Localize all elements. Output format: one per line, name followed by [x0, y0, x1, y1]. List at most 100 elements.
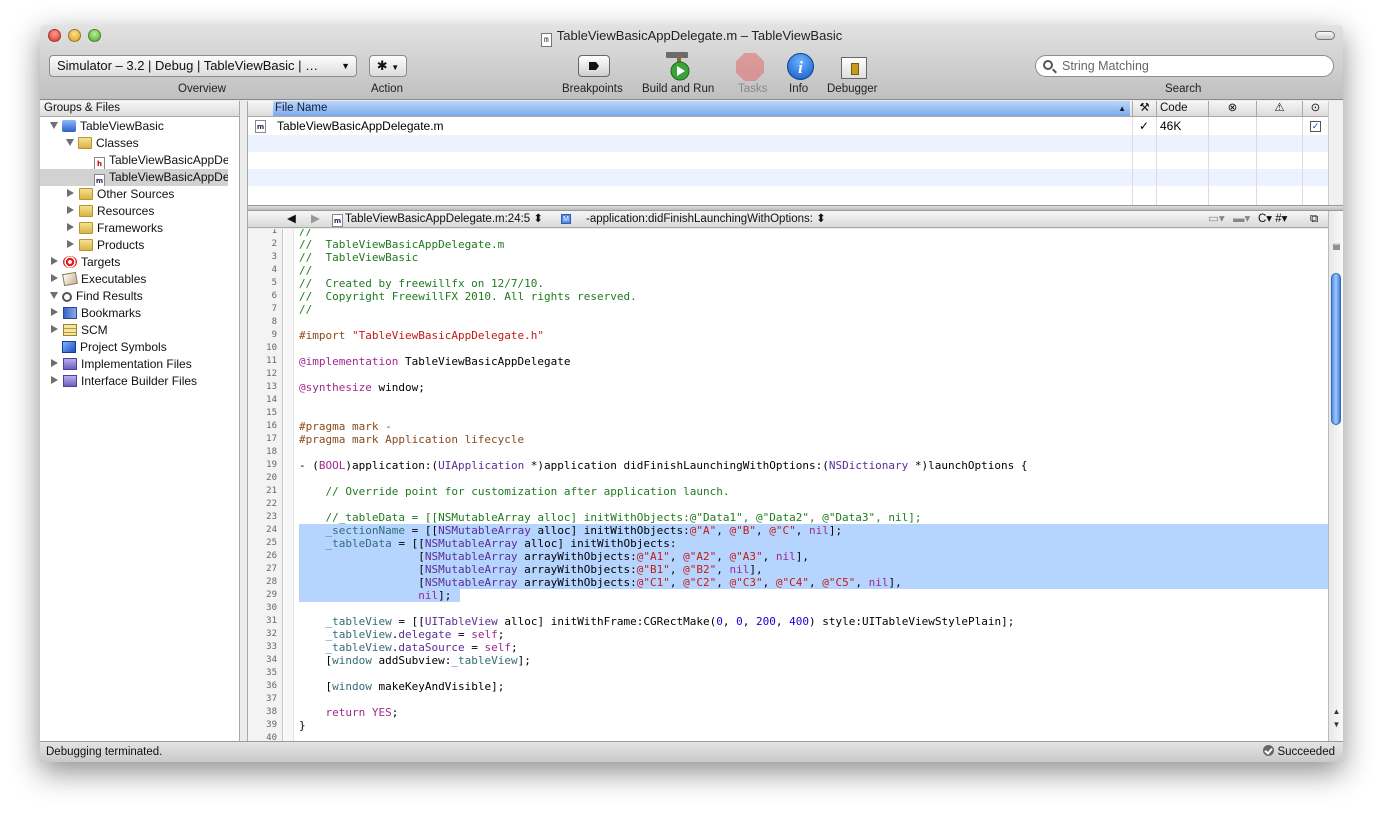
- build-hammer-icon[interactable]: ⚒: [1132, 101, 1156, 116]
- sidebar-item-implementation-files[interactable]: Implementation Files: [50, 356, 238, 373]
- disclosure-open-icon[interactable]: [50, 122, 58, 129]
- file-name-column-header[interactable]: File Name ▲: [273, 101, 1130, 116]
- scroll-thumb[interactable]: [1331, 273, 1341, 425]
- code-line: _tableView.dataSource = self;: [325, 641, 518, 654]
- target-checkbox[interactable]: ✓: [1310, 121, 1321, 132]
- errors-column-icon[interactable]: ⊗: [1208, 101, 1256, 116]
- line-number: 2: [271, 239, 277, 249]
- sidebar-item-header-file[interactable]: h TableViewBasicAppDe: [94, 152, 228, 169]
- disclosure-closed-icon[interactable]: [51, 274, 58, 282]
- overview-label: Overview: [178, 83, 226, 95]
- sidebar-item-classes[interactable]: Classes: [66, 135, 254, 152]
- disclosure-closed-icon[interactable]: [51, 359, 58, 367]
- line-number: 1: [271, 229, 277, 236]
- breakpoints-popup-icon[interactable]: ▬▾: [1233, 211, 1250, 227]
- sidebar-item-find-results[interactable]: Find Results: [50, 288, 238, 305]
- disclosure-closed-icon[interactable]: [67, 223, 74, 231]
- editor-vertical-scrollbar[interactable]: ▤ ▲ ▼: [1328, 211, 1343, 741]
- scroll-split-icon[interactable]: ▤: [1331, 241, 1342, 252]
- disclosure-open-icon[interactable]: [50, 292, 58, 299]
- sidebar-item-project-symbols[interactable]: Project Symbols: [62, 339, 250, 356]
- file-table-scrollbar[interactable]: [1328, 101, 1343, 205]
- sidebar-item-project[interactable]: TableViewBasic: [50, 118, 238, 135]
- disclosure-closed-icon[interactable]: [51, 308, 58, 316]
- back-arrow-icon[interactable]: ◀: [287, 211, 296, 227]
- file-type-column-header[interactable]: [248, 101, 273, 116]
- toolbar: m TableViewBasicAppDelegate.m – TableView…: [40, 25, 1343, 100]
- sidebar-item-implementation-file[interactable]: m TableViewBasicAppDe: [40, 169, 228, 186]
- file-history-popup[interactable]: TableViewBasicAppDelegate.m:24:5 ⬍: [345, 211, 543, 227]
- sidebar-item-interface-builder-files[interactable]: Interface Builder Files: [50, 373, 238, 390]
- sidebar-item-label: Executables: [81, 272, 147, 286]
- code-line: [window addSubview:_tableView];: [299, 654, 531, 667]
- line-number: 31: [266, 616, 277, 626]
- sidebar-item-resources[interactable]: Resources: [66, 203, 254, 220]
- disclosure-closed-icon[interactable]: [51, 325, 58, 333]
- build-and-run-icon[interactable]: [662, 49, 696, 81]
- sidebar-header[interactable]: Groups & Files: [40, 101, 239, 117]
- line-number: 13: [266, 382, 277, 392]
- sidebar-item-scm[interactable]: SCM: [50, 322, 238, 339]
- info-icon[interactable]: i: [787, 53, 814, 80]
- column-divider: [1208, 117, 1209, 205]
- disclosure-closed-icon[interactable]: [67, 240, 74, 248]
- function-popup[interactable]: -application:didFinishLaunchingWithOptio…: [586, 211, 826, 227]
- counterpart-icon[interactable]: ⧉: [1310, 211, 1318, 227]
- code-line: // Copyright FreewillFX 2010. All rights…: [299, 290, 637, 303]
- sidebar-item-other-sources[interactable]: Other Sources: [66, 186, 254, 203]
- debugger-button-label[interactable]: Debugger: [827, 83, 878, 95]
- bookmarks-popup-icon[interactable]: ▭▾: [1208, 211, 1225, 227]
- disclosure-closed-icon[interactable]: [67, 189, 74, 197]
- line-number: 32: [266, 629, 277, 639]
- document-icon: m: [540, 33, 552, 47]
- folder-icon: [79, 188, 93, 200]
- disclosure-closed-icon[interactable]: [51, 257, 58, 265]
- disclosure-closed-icon[interactable]: [51, 376, 58, 384]
- status-message: Debugging terminated.: [46, 746, 163, 758]
- search-field[interactable]: String Matching: [1035, 55, 1334, 77]
- table-row-empty: [248, 135, 1328, 152]
- overview-scheme-popup[interactable]: Simulator – 3.2 | Debug | TableViewBasic…: [49, 55, 357, 77]
- breakpoints-button-label[interactable]: Breakpoints: [562, 83, 623, 95]
- build-and-run-button-label[interactable]: Build and Run: [642, 83, 714, 95]
- toolbar-toggle-button[interactable]: [1315, 31, 1335, 40]
- success-check-icon: [1263, 745, 1275, 756]
- sidebar-item-products[interactable]: Products: [66, 237, 254, 254]
- code-line: }: [299, 719, 306, 732]
- action-popup[interactable]: ✱ ▼: [369, 55, 407, 77]
- line-number: 10: [266, 343, 277, 353]
- code-editor[interactable]: 1 2 3 4 5 6 7 8 9 10 11 12 13 14 15 16 17 18 19 20 21 22 23 24 2…: [248, 229, 1328, 741]
- info-button-label[interactable]: Info: [789, 83, 808, 95]
- line-number: 38: [266, 707, 277, 717]
- tasks-stop-icon: [736, 53, 764, 81]
- popup-arrow-icon: ▼: [391, 63, 400, 72]
- code-column-header[interactable]: Code: [1156, 101, 1208, 116]
- sidebar-item-targets[interactable]: Targets: [50, 254, 238, 271]
- sidebar-item-label: Classes: [96, 136, 139, 150]
- class-and-include-popups[interactable]: C▾ #▾: [1258, 211, 1287, 227]
- warnings-column-icon[interactable]: ⚠: [1256, 101, 1302, 116]
- code-line: [window makeKeyAndVisible];: [299, 680, 505, 693]
- debugger-icon[interactable]: [841, 57, 867, 79]
- sidebar-item-executables[interactable]: Executables: [50, 271, 238, 288]
- disclosure-closed-icon[interactable]: [67, 206, 74, 214]
- column-divider: [1132, 117, 1133, 205]
- xcode-window: m TableViewBasicAppDelegate.m – TableView…: [40, 25, 1343, 762]
- scroll-up-arrow-icon[interactable]: ▲: [1331, 706, 1342, 717]
- code-line: _tableView = [[UITableView alloc] initWi…: [325, 615, 1015, 628]
- forward-arrow-icon[interactable]: ▶: [311, 211, 320, 227]
- disclosure-open-icon[interactable]: [66, 139, 74, 146]
- focus-ribbon[interactable]: [284, 229, 294, 741]
- line-number: 20: [266, 473, 277, 483]
- breakpoints-icon[interactable]: [578, 55, 610, 77]
- line-number: 7: [271, 304, 277, 314]
- target-membership-column-icon[interactable]: ⊙: [1302, 101, 1328, 116]
- m-file-icon: m: [255, 120, 266, 133]
- sidebar-item-label: Products: [97, 238, 145, 252]
- table-row[interactable]: m TableViewBasicAppDelegate.m ✓ 46K ✓: [248, 118, 1328, 135]
- build-status[interactable]: Succeeded: [1263, 742, 1335, 762]
- sidebar-item-bookmarks[interactable]: Bookmarks: [50, 305, 238, 322]
- scroll-down-arrow-icon[interactable]: ▼: [1331, 719, 1342, 730]
- sidebar-splitter[interactable]: [241, 101, 248, 741]
- sidebar-item-frameworks[interactable]: Frameworks: [66, 220, 254, 237]
